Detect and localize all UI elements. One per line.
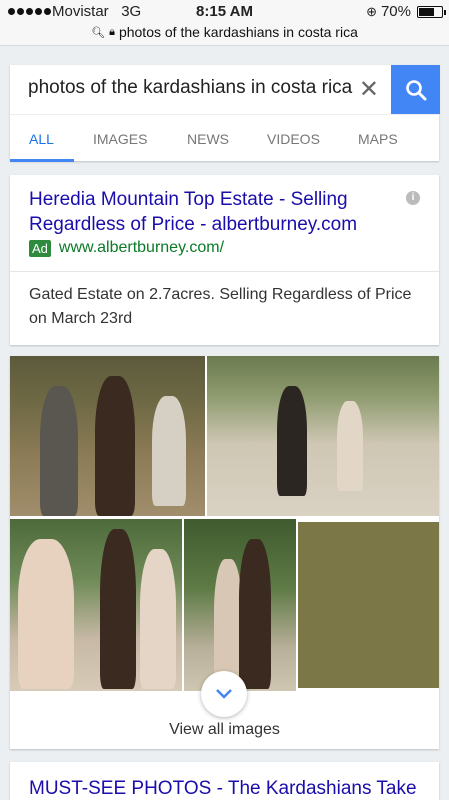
ad-title-link[interactable]: Heredia Mountain Top Estate - Selling Re…	[29, 187, 389, 237]
divider	[10, 271, 439, 272]
image-thumbnail[interactable]	[10, 356, 205, 516]
ad-url[interactable]: www.albertburney.com/	[59, 239, 224, 257]
active-tab-indicator	[10, 159, 74, 162]
view-all-section: View all images	[10, 671, 439, 749]
status-bar: Movistar 3G 8:15 AM ⊕ 70%	[0, 0, 449, 24]
battery-percent: 70%	[380, 3, 411, 20]
ad-url-line: Ad www.albertburney.com/	[29, 239, 224, 257]
close-icon[interactable]: ✕	[359, 75, 379, 104]
address-text: photos of the kardashians in costa rica	[118, 24, 358, 40]
tab-all[interactable]: ALL	[29, 131, 54, 147]
search-icon	[405, 79, 426, 100]
info-icon[interactable]: i	[406, 191, 420, 205]
search-result-card: MUST-SEE PHOTOS - The Kardashians Take	[10, 762, 439, 800]
battery-status: ⊕ 70%	[366, 3, 446, 20]
search-icon: 🔍︎	[91, 26, 106, 39]
image-thumbnail[interactable]	[207, 356, 439, 516]
search-input[interactable]: photos of the kardashians in costa rica	[28, 77, 352, 99]
address-bar[interactable]: 🔍︎ 🔒︎ photos of the kardashians in costa…	[0, 22, 449, 46]
tab-videos[interactable]: VIDEOS	[267, 131, 320, 147]
view-all-images-link[interactable]: View all images	[10, 721, 439, 739]
search-tabs: ALL IMAGES NEWS VIDEOS MAPS	[10, 114, 439, 162]
ad-result-card: Heredia Mountain Top Estate - Selling Re…	[10, 175, 439, 345]
ad-description: Gated Estate on 2.7acres. Selling Regard…	[29, 286, 412, 327]
tab-images[interactable]: IMAGES	[93, 131, 147, 147]
search-box: photos of the kardashians in costa rica …	[10, 65, 440, 162]
ad-badge: Ad	[29, 239, 51, 257]
battery-icon	[417, 5, 446, 18]
image-thumbnail[interactable]	[10, 519, 182, 691]
tab-maps[interactable]: MAPS	[358, 131, 398, 147]
image-results-card: View all images	[10, 356, 439, 749]
image-thumbnail[interactable]	[184, 519, 296, 691]
tab-news[interactable]: NEWS	[187, 131, 229, 147]
expand-button[interactable]	[201, 671, 247, 717]
result-title-link[interactable]: MUST-SEE PHOTOS - The Kardashians Take	[29, 778, 417, 800]
chevron-down-icon	[216, 689, 232, 699]
rotation-lock-icon: ⊕	[366, 3, 377, 19]
search-button[interactable]	[391, 65, 440, 114]
image-thumbnail[interactable]	[298, 522, 439, 688]
lock-icon: 🔒︎	[109, 25, 115, 38]
